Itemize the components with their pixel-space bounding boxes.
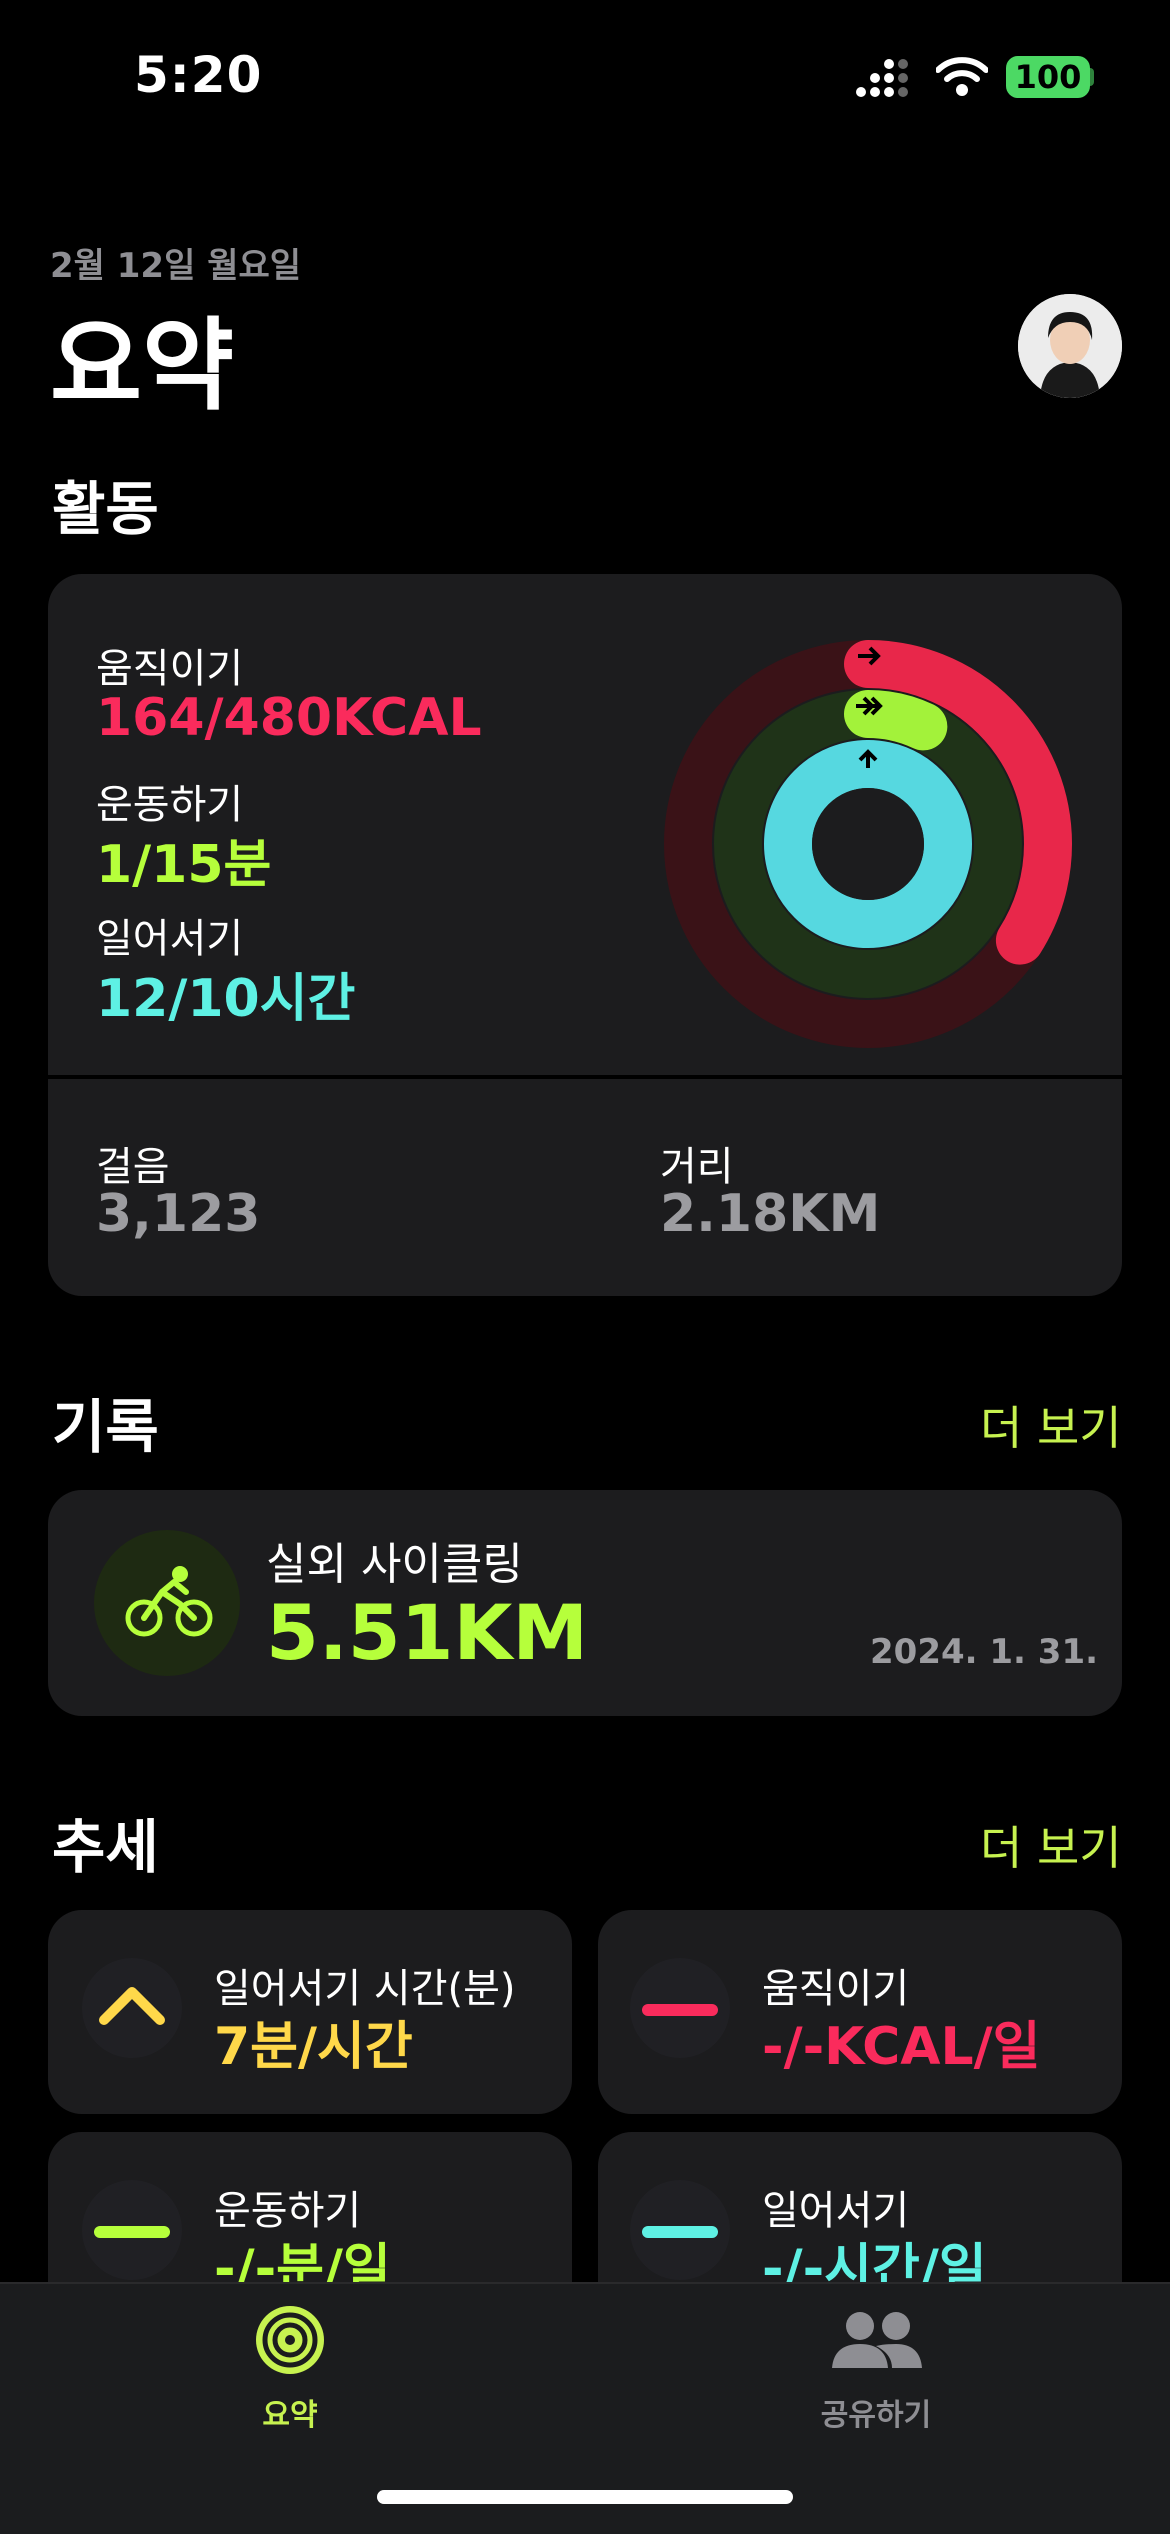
activity-rings[interactable] — [660, 636, 1076, 1052]
page-title: 요약 — [50, 307, 234, 424]
section-title-history: 기록 — [52, 1393, 159, 1461]
workout-name: 실외 사이클링 — [266, 1539, 523, 1590]
avatar[interactable] — [1018, 294, 1122, 398]
trend-icon-circle — [82, 2180, 182, 2280]
header-date: 2월 12일 월요일 — [50, 246, 302, 286]
history-more-link[interactable]: 더 보기 — [980, 1392, 1122, 1458]
workout-date: 2024. 1. 31. — [870, 1632, 1099, 1672]
section-title-activity: 활동 — [52, 475, 159, 543]
tab-sharing[interactable]: 공유하기 — [776, 2296, 976, 2436]
trend-icon-circle — [630, 2180, 730, 2280]
battery-indicator: 100 — [1006, 56, 1090, 98]
battery-cap — [1088, 68, 1094, 86]
trends-more-link[interactable]: 더 보기 — [980, 1812, 1122, 1878]
move-label: 움직이기 — [96, 646, 244, 692]
activity-rings-icon — [256, 2306, 324, 2374]
trend-icon-circle — [82, 1958, 182, 2058]
move-value: 164/480KCAL — [96, 688, 482, 748]
trend-value: 7분/시간 — [214, 2017, 413, 2077]
dash-icon — [94, 2226, 170, 2238]
wifi-icon — [936, 57, 988, 96]
section-title-trends: 추세 — [52, 1813, 159, 1881]
cellular-signal-icon — [856, 59, 908, 97]
distance-value: 2.18KM — [660, 1184, 881, 1244]
exercise-value: 1/15분 — [96, 835, 272, 895]
chevron-up-icon — [99, 1987, 165, 2025]
status-time: 5:20 — [134, 46, 263, 104]
trend-value: -/-KCAL/일 — [762, 2017, 1041, 2077]
cycling-icon-circle — [94, 1530, 240, 1676]
steps-value: 3,123 — [96, 1184, 261, 1244]
tab-summary-label: 요약 — [262, 2398, 318, 2433]
trend-icon-circle — [630, 1958, 730, 2058]
workout-value: 5.51KM — [266, 1588, 589, 1677]
home-indicator — [377, 2490, 793, 2504]
cycling-icon — [125, 1566, 213, 1637]
avatar-photo-icon — [1018, 294, 1122, 398]
dash-icon — [642, 2004, 718, 2016]
activity-card-divider — [48, 1075, 1122, 1079]
dash-icon — [642, 2226, 718, 2238]
tab-summary[interactable]: 요약 — [190, 2296, 390, 2436]
people-icon — [832, 2312, 922, 2368]
tab-sharing-label: 공유하기 — [820, 2398, 932, 2433]
stand-value: 12/10시간 — [96, 969, 356, 1029]
